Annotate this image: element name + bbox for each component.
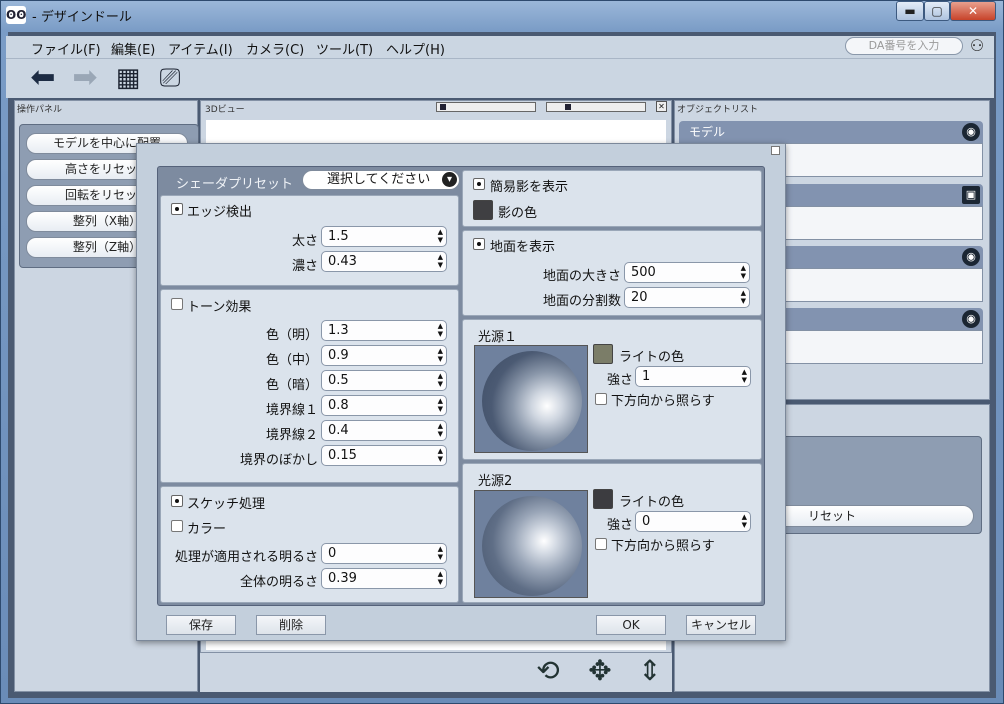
dialog-restore-icon[interactable] — [771, 146, 780, 155]
menu-help[interactable]: ヘルプ(H) — [386, 39, 445, 58]
toon-label: トーン効果 — [187, 300, 252, 315]
toon-blur-spinner[interactable]: 0.15 — [321, 445, 447, 466]
ground-divisions-label: 地面の分割数 — [542, 294, 621, 309]
sketch-color-checkbox[interactable] — [171, 520, 183, 532]
shadow-color-label: 影の色 — [498, 206, 538, 221]
movie-camera-icon[interactable]: ▣ — [962, 186, 980, 204]
ground-size-spinner[interactable]: 500 — [624, 262, 750, 283]
cancel-button[interactable]: キャンセル — [686, 615, 756, 635]
edge-thickness-label: 太さ — [291, 234, 318, 249]
zoom-camera-icon[interactable]: ⇕ — [632, 655, 668, 687]
maximize-button[interactable]: ▢ — [924, 1, 950, 21]
edge-checkbox[interactable] — [171, 203, 183, 215]
light2-below-label: 下方向から照らす — [611, 539, 715, 554]
sketch-threshold-label: 処理が適用される明るさ — [174, 550, 318, 565]
view-slider-2[interactable] — [546, 102, 646, 112]
sketch-brightness-label: 全体の明るさ — [239, 575, 318, 590]
delete-button[interactable]: 削除 — [256, 615, 326, 635]
toon-mid-label: 色（中） — [265, 353, 318, 368]
light1-below-checkbox[interactable] — [595, 393, 607, 405]
redo-arrow-icon[interactable]: ➡ — [67, 60, 103, 96]
rotate-camera-icon[interactable]: ⟲ — [530, 655, 566, 687]
da-number-input[interactable]: DA番号を入力 — [845, 37, 963, 55]
pan-camera-icon[interactable]: ✥ — [582, 655, 618, 687]
light2-color-swatch[interactable] — [593, 489, 613, 509]
camera-round-icon[interactable]: ◉ — [962, 310, 980, 328]
doll-app-icon: ʘʘ — [6, 6, 27, 24]
light1-preview[interactable] — [474, 345, 588, 453]
light1-below-label: 下方向から照らす — [611, 394, 715, 409]
light2-title: 光源2 — [478, 474, 513, 489]
save-button[interactable]: 保存 — [166, 615, 236, 635]
object-model-header[interactable]: モデル — [679, 121, 983, 143]
ground-size-label: 地面の大きさ — [542, 269, 621, 284]
shader-preset-label: シェーダプリセット — [176, 177, 294, 192]
menu-item[interactable]: アイテム(I) — [168, 39, 233, 58]
sketch-threshold-spinner[interactable]: 0 — [321, 543, 447, 564]
toon-light-label: 色（明） — [265, 328, 318, 343]
toon-border2-label: 境界線２ — [265, 428, 318, 443]
sketch-label: スケッチ処理 — [187, 497, 266, 512]
camera-round-icon[interactable]: ◉ — [962, 248, 980, 266]
camera-round-icon[interactable]: ◉ — [962, 123, 980, 141]
view-slider-1[interactable] — [436, 102, 536, 112]
light1-color-label: ライトの色 — [619, 350, 685, 365]
title-bar[interactable]: ʘʘ - デザインドール — [0, 0, 1002, 30]
toon-dark-label: 色（暗） — [265, 378, 318, 393]
toon-border1-spinner[interactable]: 0.8 — [321, 395, 447, 416]
toon-border2-spinner[interactable]: 0.4 — [321, 420, 447, 441]
menu-tool[interactable]: ツール(T) — [316, 39, 373, 58]
toon-mid-spinner[interactable]: 0.9 — [321, 345, 447, 366]
light2-below-checkbox[interactable] — [595, 538, 607, 550]
shadow-checkbox[interactable] — [473, 178, 485, 190]
operation-panel-label: 操作パネル — [17, 105, 63, 115]
sketch-color-label: カラー — [187, 522, 227, 537]
minimize-button[interactable]: ▬ — [896, 1, 924, 21]
view-close-icon[interactable]: ✕ — [656, 101, 667, 112]
toon-border1-label: 境界線１ — [265, 403, 318, 418]
ok-button[interactable]: OK — [596, 615, 666, 635]
light2-strength-spinner[interactable]: 0 — [635, 511, 751, 532]
close-button[interactable]: ✕ — [950, 1, 996, 21]
ground-label: 地面を表示 — [490, 240, 556, 255]
movie-camera-icon[interactable]: ⎚ — [152, 60, 188, 96]
window-title: - デザインドール — [32, 10, 132, 25]
edge-label: エッジ検出 — [187, 205, 253, 220]
sketch-brightness-spinner[interactable]: 0.39 — [321, 568, 447, 589]
toon-dark-spinner[interactable]: 0.5 — [321, 370, 447, 391]
person-pose-icon[interactable]: ⚇ — [966, 36, 988, 56]
toon-light-spinner[interactable]: 1.3 — [321, 320, 447, 341]
undo-arrow-icon[interactable]: ⬅ — [25, 60, 61, 96]
light1-color-swatch[interactable] — [593, 344, 613, 364]
shadow-label: 簡易影を表示 — [490, 180, 569, 195]
light1-strength-label: 強さ — [607, 373, 634, 388]
edge-thickness-spinner[interactable]: 1.5 — [321, 226, 447, 247]
shadow-color-swatch[interactable] — [473, 200, 493, 220]
ground-divisions-spinner[interactable]: 20 — [624, 287, 750, 308]
clapper-board-icon[interactable]: ▦ — [110, 60, 146, 96]
menu-camera[interactable]: カメラ(C) — [246, 39, 304, 58]
light2-preview[interactable] — [474, 490, 588, 598]
edge-density-label: 濃さ — [291, 259, 318, 274]
ground-checkbox[interactable] — [473, 238, 485, 250]
light1-title: 光源１ — [478, 330, 518, 345]
edge-density-spinner[interactable]: 0.43 — [321, 251, 447, 272]
shader-preset-select[interactable]: 選択してください — [302, 170, 460, 190]
light2-color-label: ライトの色 — [619, 495, 685, 510]
toon-blur-label: 境界のぼかし — [239, 453, 318, 468]
light2-strength-label: 強さ — [607, 518, 634, 533]
toon-checkbox[interactable] — [171, 298, 183, 310]
menu-edit[interactable]: 編集(E) — [111, 39, 155, 58]
object-list-label: オブジェクトリスト — [677, 105, 759, 115]
light1-strength-spinner[interactable]: 1 — [635, 366, 751, 387]
menu-file[interactable]: ファイル(F) — [31, 39, 101, 58]
sketch-checkbox[interactable] — [171, 495, 183, 507]
3d-view-label: 3Dビュー — [205, 105, 245, 115]
